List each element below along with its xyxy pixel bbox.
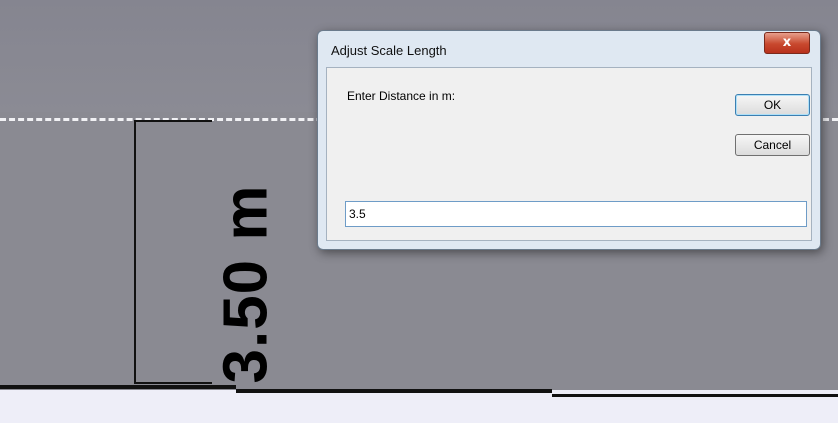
dialog-body: Enter Distance in m: OK Cancel [326,67,812,241]
scale-bracket [134,120,212,384]
close-icon: x [782,35,792,50]
distance-prompt: Enter Distance in m: [347,89,456,103]
dialog-titlebar[interactable]: Adjust Scale Length x [318,31,820,67]
ground-line [236,389,552,393]
cancel-button[interactable]: Cancel [735,134,810,156]
dialog-title: Adjust Scale Length [331,43,447,58]
close-button[interactable]: x [764,32,810,54]
ground-line [0,385,236,389]
adjust-scale-dialog: Adjust Scale Length x Enter Distance in … [317,30,821,250]
measurement-label: 3.50 m [211,184,281,384]
ok-button[interactable]: OK [735,94,810,116]
canvas-bottom-band [0,397,838,423]
distance-input[interactable] [345,201,807,227]
